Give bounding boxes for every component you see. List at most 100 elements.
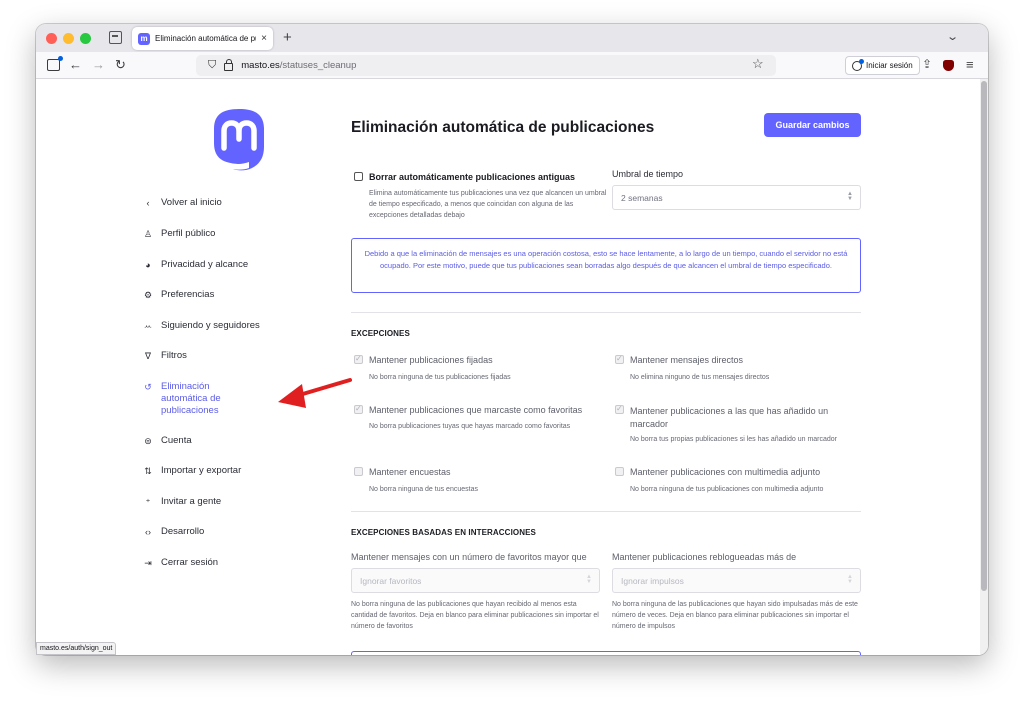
keep-media-label: Mantener publicaciones con multimedia ad… [630,467,821,477]
browser-window: m Eliminación automática de publi × + ⌄ … [36,24,988,655]
sidebar-item-label: Importar y exportar [161,465,242,476]
url-bar[interactable]: ⛉ masto.es/statuses_cleanup [196,55,776,76]
keep-favourited-checkbox[interactable] [354,404,363,414]
signin-button[interactable]: Iniciar sesión [845,56,920,75]
scrollbar-thumb[interactable] [981,81,987,591]
keep-bookmarked-checkbox[interactable] [615,404,624,414]
sidebar-item-invites[interactable]: ⁺ Invitar a gente [142,496,302,508]
min-favs-hint: No borra ninguna de las publicaciones qu… [351,601,599,630]
auto-delete-label: Borrar automáticamente publicaciones ant… [369,172,576,182]
keep-bookmarked-hint: No borra tus propias publicaciones si le… [630,436,838,443]
tab-list-icon[interactable] [109,31,122,44]
keep-bookmarked-label: Mantener publicaciones a las que has aña… [630,406,829,429]
keep-polls-hint: No borra ninguna de tus encuestas [369,486,478,493]
threshold-value: 2 semanas [621,192,663,203]
auto-delete-checkbox[interactable] [354,172,363,181]
exceptions-heading: EXCEPCIONES [351,329,410,338]
minimize-window-button[interactable] [63,33,74,44]
keep-pinned-hint: No borra ninguna de tus publicaciones fi… [369,374,511,381]
logout-icon: ⇥ [144,557,152,568]
gear-icon: ⚙ [143,290,153,300]
signin-label: Iniciar sesión [866,61,913,70]
lock-icon[interactable] [224,59,234,71]
ublock-icon[interactable] [943,60,954,71]
sidebar-item-account[interactable]: ⊜ Cuenta [142,435,302,447]
status-bar-url: masto.es/auth/sign_out [36,642,117,655]
tab-close-icon[interactable]: × [261,33,267,44]
interaction-exceptions-heading: EXCEPCIONES BASADAS EN INTERACCIONES [351,528,536,537]
chevron-left-icon: ‹ [146,198,150,208]
shield-icon[interactable]: ⛉ [208,59,216,72]
url-text: masto.es/statuses_cleanup [241,60,356,71]
info-callout-bottom [351,651,861,655]
sidebar-item-label: Filtros [161,350,187,361]
min-reblogs-hint: No borra ninguna de las publicaciones qu… [612,601,858,630]
sidebar-item-back[interactable]: ‹ Volver al inicio [142,197,302,209]
sidebar-item-development[interactable]: ‹› Desarrollo [142,526,302,538]
select-arrows-icon: ▲ ▼ [847,191,853,202]
import-export-icon: ⇅ [144,466,152,476]
keep-direct-label: Mantener mensajes directos [630,355,744,365]
auto-delete-hint: Elimina automáticamente tus publicacione… [369,190,607,219]
sidebar-item-preferences[interactable]: ⚙ Preferencias [142,289,302,301]
sidebar-item-import-export[interactable]: ⇅ Importar y exportar [142,465,302,477]
save-changes-button[interactable]: Guardar cambios [764,113,861,137]
keep-direct-hint: No elimina ninguno de tus mensajes direc… [630,374,770,381]
divider [351,511,861,512]
keep-favourited-hint: No borra publicaciones tuyas que hayas m… [369,423,571,430]
sidebar-item-label: Perfil público [161,228,216,239]
globe-icon: ◕ [145,259,151,270]
sidebar-item-label: Eliminación automática de publicaciones [161,380,221,416]
sidebar-item-statuses-cleanup[interactable]: ↺ Eliminación automática de publicacione… [142,381,257,417]
min-reblogs-input[interactable]: Ignorar impulsos ▲ ▼ [612,568,861,593]
person-icon: ♙ [143,229,153,239]
keep-pinned-label: Mantener publicaciones fijadas [369,355,493,365]
notification-dot [859,58,864,64]
sidebar-toggle-icon[interactable] [47,56,63,71]
sidebar-item-label: Volver al inicio [161,197,222,208]
sidebar-item-label: Desarrollo [161,526,205,537]
window-controls [46,33,91,44]
maximize-window-button[interactable] [80,33,91,44]
threshold-select[interactable]: 2 semanas ▲ ▼ [612,185,861,210]
mastodon-favicon-icon: m [138,32,150,45]
sidebar-item-label: Siguiendo y seguidores [161,319,260,331]
sidebar-item-relationships[interactable]: ꕀ Siguiendo y seguidores [142,320,302,332]
sidebar-item-public-profile[interactable]: ♙ Perfil público [142,228,302,240]
keep-pinned-checkbox[interactable] [354,354,363,364]
page-content: ‹ Volver al inicio ♙ Perfil público ◕ Pr… [36,79,988,655]
page-title: Eliminación automática de publicaciones [351,119,655,136]
sidebar-item-privacy[interactable]: ◕ Privacidad y alcance [142,259,302,271]
share-icon[interactable]: ⇪ [922,57,932,71]
keep-polls-label: Mantener encuestas [369,467,451,477]
mastodon-logo[interactable] [208,107,270,171]
hamburger-menu-icon[interactable]: ≡ [966,57,974,72]
annotation-arrow [278,378,352,408]
threshold-label: Umbral de tiempo [612,169,684,179]
min-favs-placeholder: Ignorar favoritos [360,575,422,586]
bookmark-star-icon[interactable]: ☆ [752,56,764,72]
chevron-down-icon[interactable]: ⌄ [946,30,959,43]
reload-icon[interactable]: ↻ [115,57,126,73]
sidebar-item-filters[interactable]: ∇ Filtros [142,350,302,362]
new-tab-button[interactable]: + [283,29,292,46]
forward-arrow-icon[interactable]: → [92,57,105,73]
keep-media-hint: No borra ninguna de tus publicaciones co… [630,486,824,493]
history-icon: ↺ [144,381,152,392]
sidebar-item-logout[interactable]: ⇥ Cerrar sesión [142,557,302,569]
sidebar-item-label: Cuenta [161,434,192,446]
min-reblogs-placeholder: Ignorar impulsos [621,575,684,586]
keep-media-checkbox[interactable] [615,467,624,476]
keep-direct-checkbox[interactable] [615,354,624,364]
back-arrow-icon[interactable]: ← [69,57,82,73]
sidebar-item-label: Cerrar sesión [161,556,219,568]
url-host: masto.es [241,60,280,71]
person-add-icon: ⁺ [145,496,151,507]
min-favs-input[interactable]: Ignorar favoritos ▲ ▼ [351,568,600,593]
keep-polls-checkbox[interactable] [354,467,363,476]
url-path: /statuses_cleanup [279,60,357,71]
tab-active[interactable]: m Eliminación automática de publi × [132,27,273,50]
account-icon [852,58,864,71]
page-scrollbar[interactable] [980,79,988,655]
close-window-button[interactable] [46,33,57,44]
